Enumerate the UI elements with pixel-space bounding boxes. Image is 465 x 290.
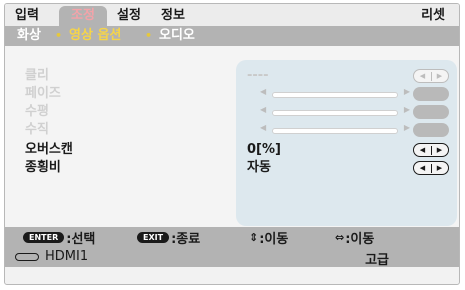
slider-track [272,92,398,98]
arrow-right-icon: ▶ [403,87,410,96]
row-label: 수평 [25,104,49,119]
up-down-icon: ⇕ [249,230,259,244]
help-text: :이동 [259,231,289,247]
row-label: 클리 [25,68,49,83]
help-text: :선택 [66,231,96,247]
value-box [413,87,449,101]
menu-level: 고급 [365,253,389,268]
menu-row-aspect-ratio[interactable]: 종횡비 자동 ◀ ▶ [5,160,459,176]
arrow-right-icon[interactable]: ▶ [432,146,448,154]
value-box [413,105,449,119]
subtab-audio[interactable]: 오디오 [159,26,195,46]
left-right-selector[interactable]: ◀ ▶ [413,143,449,157]
tab-adjust[interactable]: 조정 [59,6,107,26]
tab-input[interactable]: 입력 [15,6,39,26]
help-text: :종료 [171,231,201,247]
tab-info[interactable]: 정보 [161,6,185,26]
menu-content: 클리 ---- ◀ ▶ 페이즈 ◀ ▶ 수평 ◀ ▶ 수직 ◀ ▶ 오버스캔 0… [5,46,459,227]
arrow-left-icon: ◀ [260,123,267,132]
arrow-left-icon[interactable]: ◀ [415,72,431,80]
input-source: HDMI1 [15,249,88,264]
phase-slider[interactable]: ◀ ▶ [260,87,410,98]
left-right-icon: ⇔ [335,230,345,244]
help-bar: ENTER :선택 EXIT :종료 ⇕ :이동 ⇔ :이동 HDMI1 고급 [5,227,459,268]
row-label: 오버스캔 [25,142,73,157]
hdmi-icon [15,252,39,261]
value-box [413,123,449,137]
subtab-image-options[interactable]: 영상 옵션 [69,26,121,46]
row-label: 종횡비 [25,160,61,175]
help-enter: ENTER :선택 [23,230,96,247]
row-value: ---- [247,68,269,83]
main-tab-bar: 입력 조정 설정 정보 리셋 [5,4,459,26]
row-label: 수직 [25,122,49,137]
subtab-separator: • [145,29,153,42]
help-leftright: ⇔ :이동 [335,230,375,247]
arrow-left-icon[interactable]: ◀ [415,164,431,172]
help-updown: ⇕ :이동 [249,230,289,247]
exit-key-badge: EXIT [137,231,170,243]
arrow-left-icon[interactable]: ◀ [415,146,431,154]
help-exit: EXIT :종료 [137,230,201,247]
reset-button[interactable]: 리셋 [421,6,445,26]
arrow-right-icon: ▶ [403,105,410,114]
arrow-left-icon: ◀ [260,87,267,96]
row-label: 페이즈 [25,86,61,101]
arrow-left-icon: ◀ [260,105,267,114]
menu-row-phase[interactable]: 페이즈 ◀ ▶ [5,86,459,102]
arrow-right-icon[interactable]: ▶ [432,164,448,172]
projector-menu: 입력 조정 설정 정보 리셋 화상 • 영상 옵션 • 오디오 클리 ---- … [4,3,460,285]
horizontal-slider[interactable]: ◀ ▶ [260,105,410,116]
menu-row-horizontal[interactable]: 수평 ◀ ▶ [5,104,459,120]
menu-row-vertical[interactable]: 수직 ◀ ▶ [5,122,459,138]
left-right-selector[interactable]: ◀ ▶ [413,69,449,83]
source-label: HDMI1 [45,249,89,264]
menu-row-overscan[interactable]: 오버스캔 0[%] ◀ ▶ [5,142,459,158]
menu-row-clock[interactable]: 클리 ---- ◀ ▶ [5,68,459,84]
tab-setup[interactable]: 설정 [117,6,141,26]
left-right-selector[interactable]: ◀ ▶ [413,161,449,175]
help-text: :이동 [345,231,375,247]
vertical-slider[interactable]: ◀ ▶ [260,123,410,134]
subtab-separator: • [55,29,63,42]
arrow-right-icon: ▶ [403,123,410,132]
row-value: 자동 [247,160,271,175]
arrow-right-icon[interactable]: ▶ [432,72,448,80]
slider-track [272,110,398,116]
enter-key-badge: ENTER [23,231,65,243]
row-value: 0[%] [247,142,281,157]
sub-tab-bar: 화상 • 영상 옵션 • 오디오 [5,26,459,46]
subtab-picture[interactable]: 화상 [17,26,41,46]
slider-track [272,128,398,134]
